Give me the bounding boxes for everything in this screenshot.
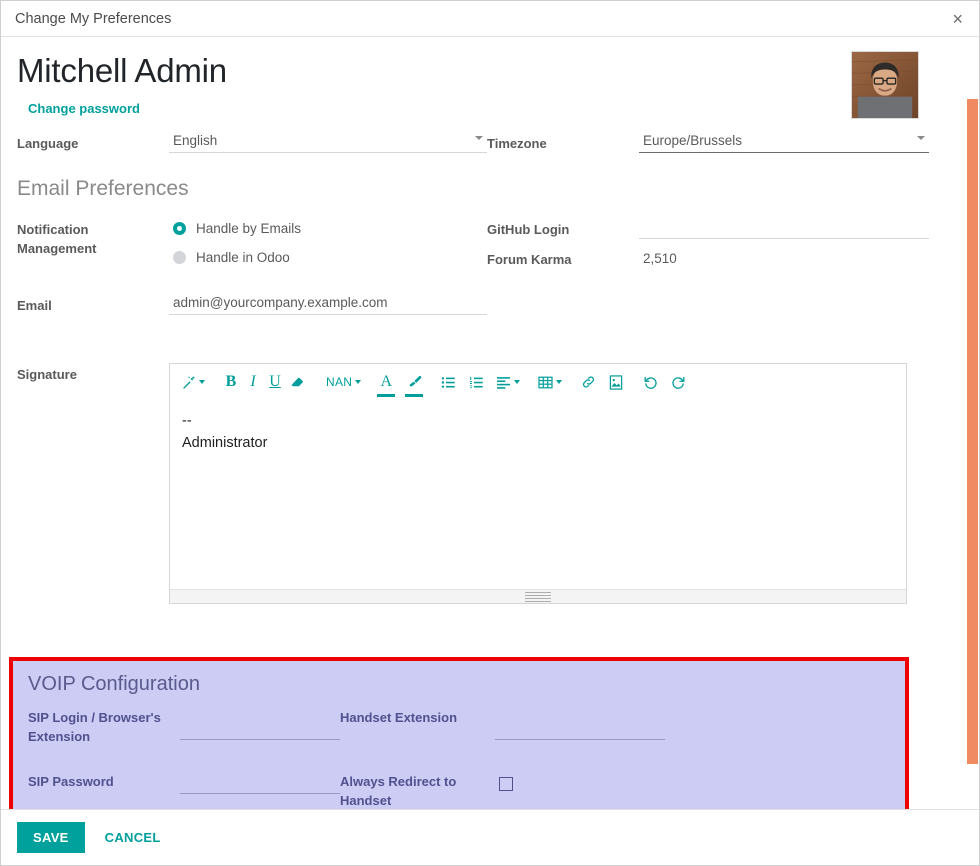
bold-icon[interactable]: B (220, 370, 242, 394)
always-redirect-field (495, 746, 665, 791)
always-redirect-label-line1: Always Redirect to (340, 772, 495, 791)
undo-icon[interactable] (639, 370, 661, 394)
forum-karma-value: 2,510 (639, 247, 929, 272)
always-redirect-label-line2: Handset (340, 791, 495, 809)
section-title-email-preferences: Email Preferences (17, 175, 963, 203)
preferences-dialog: Change My Preferences × Mitchell Admin C… (0, 0, 980, 866)
signature-content[interactable]: -- Administrator (170, 396, 906, 589)
sip-login-input[interactable] (180, 718, 340, 740)
text-color-swatch (377, 394, 395, 397)
language-field (169, 131, 487, 153)
voip-configuration-section: VOIP Configuration SIP Login / Browser's… (9, 657, 909, 809)
language-select[interactable] (169, 131, 487, 153)
sip-password-field (180, 746, 340, 794)
radio-handle-by-emails[interactable]: Handle by Emails (169, 217, 487, 239)
sip-login-label-line2: Extension (28, 727, 180, 746)
signature-line-1: -- (182, 410, 894, 432)
always-redirect-label: Always Redirect to Handset (340, 746, 495, 809)
text-color-icon[interactable]: A (375, 370, 397, 394)
close-icon[interactable]: × (946, 6, 969, 32)
font-size-value: NAN (326, 375, 352, 389)
email-field-row: Email (1, 275, 979, 315)
underline-icon[interactable]: U (264, 370, 286, 394)
image-icon[interactable] (605, 370, 627, 394)
vertical-scrollbar[interactable] (967, 74, 979, 752)
user-header: Mitchell Admin Change password (1, 37, 979, 119)
handset-extension-input[interactable] (495, 718, 665, 740)
scrollbar-thumb[interactable] (967, 99, 978, 764)
list-ul-icon[interactable] (437, 370, 459, 394)
background-color-swatch (405, 394, 423, 397)
section-title-voip-configuration: VOIP Configuration (28, 671, 897, 698)
email-label: Email (17, 293, 169, 315)
voip-inner: VOIP Configuration SIP Login / Browser's… (13, 661, 905, 809)
chevron-down-icon (355, 380, 361, 384)
notification-management-options: Handle by Emails Handle in Odoo (169, 217, 487, 275)
signature-label: Signature (17, 363, 169, 604)
eraser-icon[interactable] (286, 370, 308, 394)
email-preferences-fields: Notification Management Handle by Emails… (1, 205, 979, 275)
save-button[interactable]: SAVE (17, 822, 85, 853)
redo-icon[interactable] (667, 370, 689, 394)
github-login-field (639, 217, 929, 239)
user-name-block: Mitchell Admin Change password (17, 51, 851, 116)
text-color-letter: A (380, 373, 392, 391)
page-title: Mitchell Admin (17, 51, 851, 91)
editor-resize-handle[interactable] (170, 589, 906, 603)
dialog-titlebar: Change My Preferences × (1, 1, 979, 37)
radio-handle-by-emails-label: Handle by Emails (196, 219, 301, 238)
chevron-down-icon (514, 380, 520, 384)
link-icon[interactable] (577, 370, 599, 394)
forum-karma-label: Forum Karma (487, 247, 639, 269)
timezone-label: Timezone (487, 131, 639, 153)
sip-login-field (180, 704, 340, 740)
dialog-footer: SAVE CANCEL (1, 809, 979, 865)
radio-handle-in-odoo-label: Handle in Odoo (196, 248, 290, 267)
notification-management-label-line2: Management (17, 239, 169, 258)
timezone-select[interactable] (639, 131, 929, 153)
notification-management-label-line1: Notification (17, 220, 169, 239)
always-redirect-checkbox[interactable] (499, 777, 513, 791)
timezone-field (639, 131, 929, 153)
sip-login-label: SIP Login / Browser's Extension (28, 704, 180, 746)
email-field (169, 293, 487, 315)
general-fields: Language Timezone (1, 119, 979, 153)
radio-handle-in-odoo[interactable]: Handle in Odoo (169, 246, 487, 268)
radio-on-icon[interactable] (173, 222, 186, 235)
dialog-body: Mitchell Admin Change password (1, 37, 979, 809)
sip-password-label: SIP Password (28, 746, 180, 791)
signature-editor: B I U NAN A (169, 363, 907, 604)
dialog-title: Change My Preferences (15, 11, 171, 27)
github-login-label: GitHub Login (487, 217, 639, 239)
table-icon[interactable] (535, 370, 565, 394)
right-column-fields: GitHub Login Forum Karma 2,510 (487, 217, 929, 272)
chevron-down-icon (556, 380, 562, 384)
chevron-down-icon (199, 380, 205, 384)
align-left-icon[interactable] (493, 370, 523, 394)
cancel-button[interactable]: CANCEL (99, 822, 167, 853)
resize-grip-icon (525, 590, 551, 604)
font-size-dropdown[interactable]: NAN (320, 370, 363, 394)
signature-line-2: Administrator (182, 432, 894, 454)
sip-password-input[interactable] (180, 772, 340, 794)
signature-row: Signature B I U (1, 315, 979, 604)
email-input[interactable] (169, 293, 487, 315)
voip-fields: SIP Login / Browser's Extension Handset … (23, 704, 897, 809)
handset-extension-field (495, 704, 665, 740)
email-preferences-header: Email Preferences (1, 153, 979, 205)
background-color-icon[interactable] (403, 370, 425, 394)
handset-extension-label: Handset Extension (340, 704, 495, 727)
radio-off-icon[interactable] (173, 251, 186, 264)
notification-management-label: Notification Management (17, 217, 169, 258)
list-ol-icon[interactable] (465, 370, 487, 394)
avatar (851, 51, 919, 119)
italic-icon[interactable]: I (242, 370, 264, 394)
github-login-input[interactable] (639, 217, 929, 239)
change-password-link[interactable]: Change password (28, 101, 140, 116)
language-label: Language (17, 131, 169, 153)
editor-toolbar: B I U NAN A (170, 368, 906, 396)
magic-wand-icon[interactable] (178, 370, 208, 394)
sip-login-label-line1: SIP Login / Browser's (28, 708, 180, 727)
